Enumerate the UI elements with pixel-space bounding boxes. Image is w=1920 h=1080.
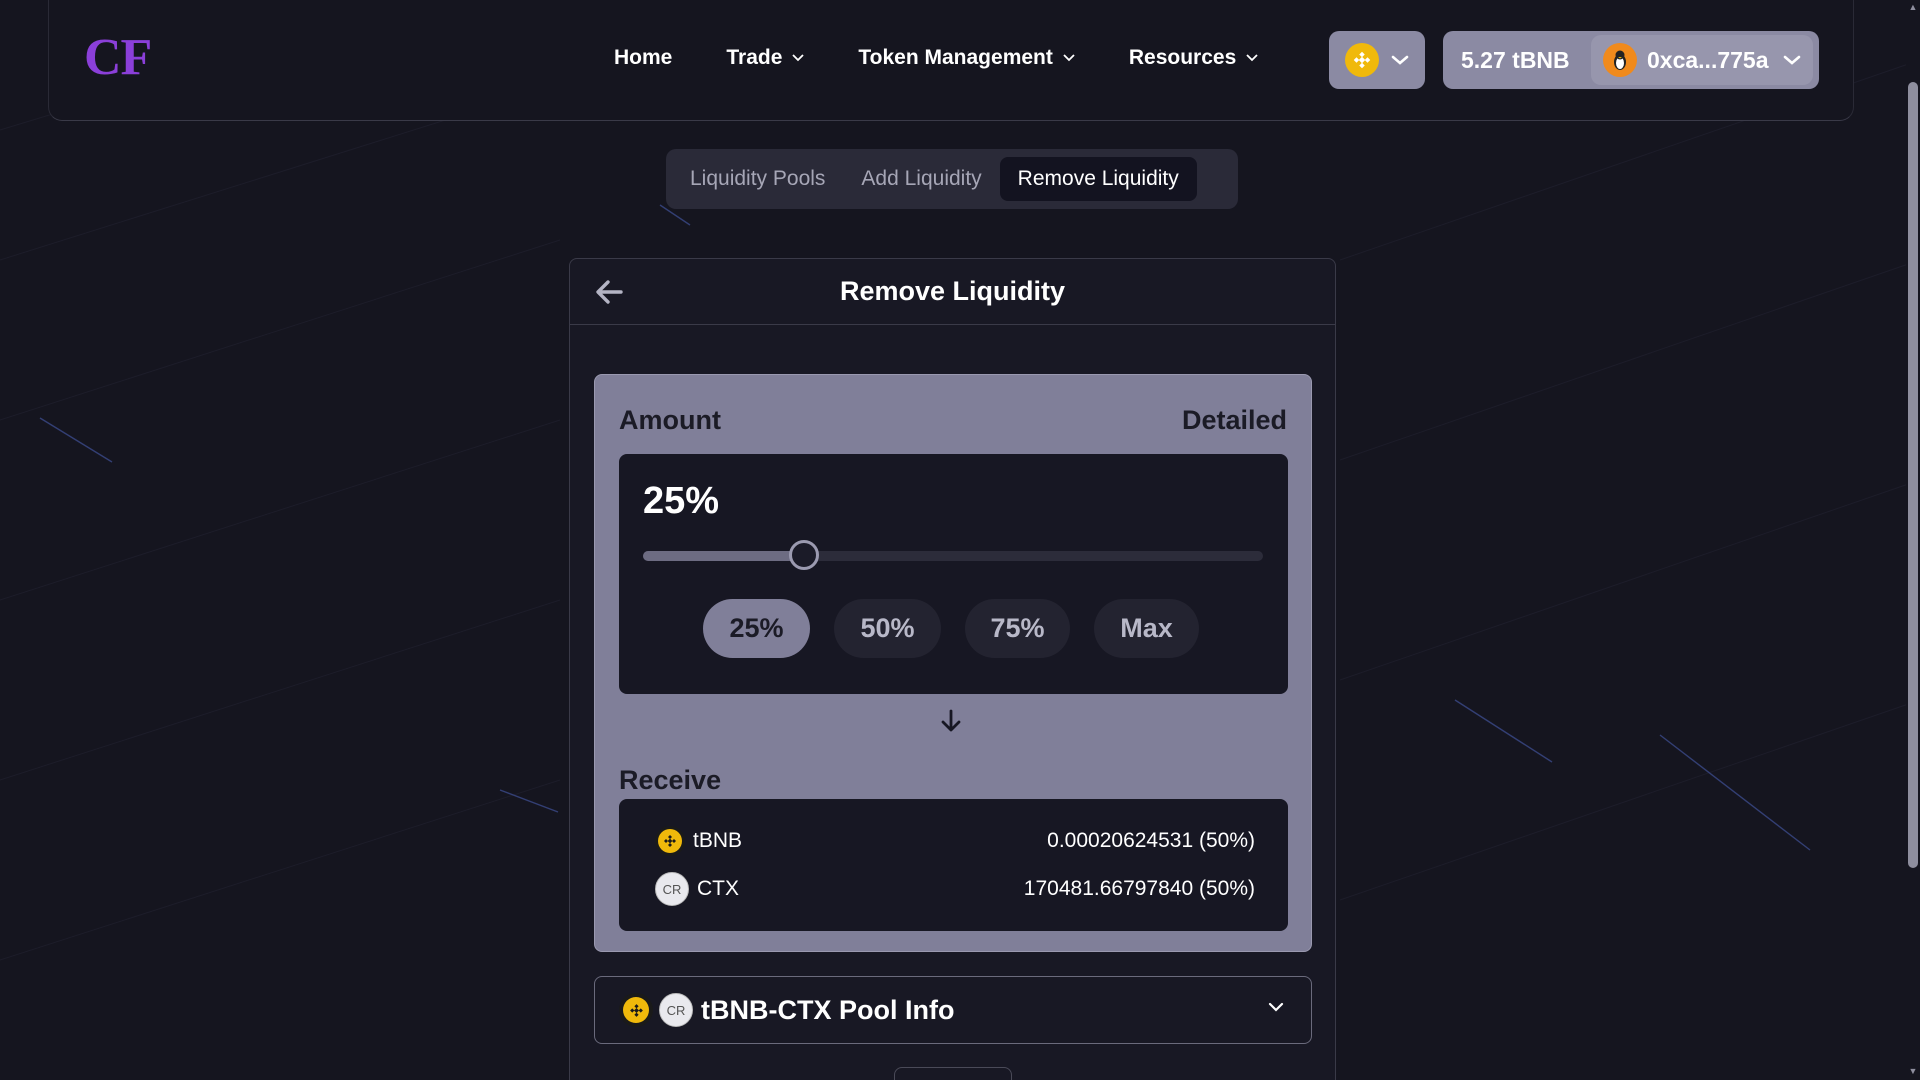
remove-liquidity-card: Remove Liquidity Amount Detailed 25% 25%… (569, 258, 1336, 1080)
quick-25-button[interactable]: 25% (703, 599, 810, 658)
scroll-up-icon[interactable]: ▲ (1908, 2, 1918, 12)
wallet-balance: 5.27 tBNB (1461, 46, 1570, 73)
back-arrow-icon[interactable] (594, 278, 624, 306)
cr-token-icon: CR (655, 872, 689, 906)
quick-50-button[interactable]: 50% (834, 599, 941, 658)
nav-home-label: Home (614, 46, 673, 69)
slider-fill (643, 551, 805, 561)
main-nav: Home Trade Token Management Resources (614, 46, 1312, 70)
quick-75-button[interactable]: 75% (965, 599, 1070, 658)
nav-token-management[interactable]: Token Management (858, 46, 1075, 70)
nav-trade-label: Trade (726, 46, 783, 69)
bnb-icon (655, 826, 685, 856)
chevron-down-icon (1391, 55, 1409, 65)
slider-thumb[interactable] (789, 540, 820, 570)
bnb-icon (619, 993, 653, 1027)
tab-add-liquidity[interactable]: Add Liquidity (843, 157, 999, 201)
site-logo[interactable]: CF (84, 28, 152, 87)
amount-panel: Amount Detailed 25% 25% 50% 75% Max Rece… (594, 374, 1312, 952)
quick-max-button[interactable]: Max (1094, 599, 1199, 658)
chain-selector-button[interactable] (1329, 31, 1425, 89)
liquidity-tabs: Liquidity Pools Add Liquidity Remove Liq… (666, 149, 1238, 209)
receive-row-ctx: CR CTX 170481.66797840 (50%) (655, 871, 1255, 907)
arrow-down-icon (941, 709, 961, 732)
chevron-down-icon (1783, 55, 1800, 65)
wallet-address: 0xca...775a (1647, 46, 1769, 73)
nav-resources[interactable]: Resources (1129, 46, 1258, 70)
wallet-button[interactable]: 5.27 tBNB 0xca...775a (1443, 31, 1819, 89)
tab-liquidity-pools[interactable]: Liquidity Pools (672, 157, 843, 201)
scroll-down-icon[interactable]: ▼ (1908, 1066, 1918, 1076)
bnb-chain-icon (1345, 43, 1379, 77)
receive-symbol: CTX (697, 877, 739, 900)
chevron-down-icon (1063, 54, 1075, 62)
receive-amount: 0.00020624531 (50%) (1047, 829, 1255, 852)
amount-label: Amount (619, 405, 721, 435)
quick-percent-row: 25% 50% 75% Max (703, 599, 1199, 658)
receive-box: tBNB 0.00020624531 (50%) CR CTX 170481.6… (619, 799, 1288, 931)
page-scrollbar[interactable]: ▲ ▼ (1906, 0, 1920, 1080)
tab-remove-liquidity[interactable]: Remove Liquidity (999, 157, 1197, 201)
wallet-address-button[interactable]: 0xca...775a (1591, 35, 1813, 85)
pool-info-accordion[interactable]: CR tBNB-CTX Pool Info (594, 976, 1312, 1044)
nav-resources-label: Resources (1128, 46, 1237, 69)
chevron-down-icon (792, 54, 805, 62)
card-header: Remove Liquidity (570, 259, 1335, 325)
nav-home[interactable]: Home (614, 46, 672, 70)
scroll-thumb[interactable] (1908, 82, 1918, 868)
amount-slider[interactable] (643, 540, 1263, 570)
chevron-down-icon (1246, 54, 1258, 62)
cr-token-icon: CR (659, 993, 693, 1027)
receive-amount: 170481.66797840 (50%) (1023, 877, 1255, 900)
amount-slider-box: 25% 25% 50% 75% Max (619, 454, 1288, 694)
nav-trade[interactable]: Trade (726, 46, 805, 70)
pool-info-title: tBNB-CTX Pool Info (701, 994, 955, 1025)
chevron-down-icon (1268, 1002, 1284, 1012)
wallet-avatar-icon (1603, 43, 1637, 77)
receive-label: Receive (619, 765, 722, 795)
percent-value: 25% (643, 480, 720, 522)
card-title: Remove Liquidity (839, 276, 1066, 306)
detailed-toggle[interactable]: Detailed (1182, 405, 1287, 436)
receive-row-tbnb: tBNB 0.00020624531 (50%) (655, 823, 1255, 859)
pool-token-icons: CR (619, 993, 693, 1027)
receive-symbol: tBNB (693, 829, 743, 852)
remove-button[interactable] (894, 1067, 1012, 1080)
nav-token-management-label: Token Management (858, 46, 1053, 69)
